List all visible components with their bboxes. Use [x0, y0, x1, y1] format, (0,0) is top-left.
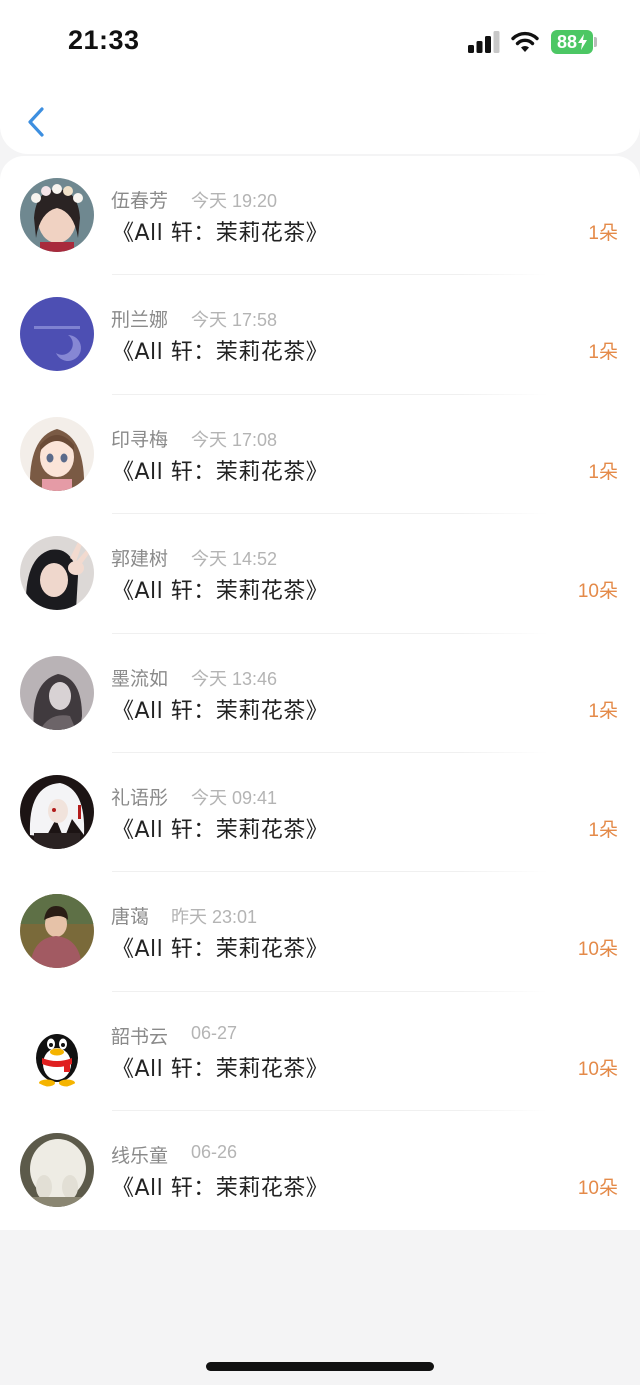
girl-peace-sign-photo-icon: [20, 536, 94, 611]
grey-portrait-photo-icon: [20, 655, 94, 730]
status-time: 21:33: [68, 25, 140, 55]
user-avatar[interactable]: [20, 1013, 94, 1088]
sender-name: 唐蔼: [111, 906, 150, 929]
list-item[interactable]: 伍春芳 今天 19:20 《All 轩：茉莉花茶》 1朵: [0, 156, 640, 276]
gift-record-list: 伍春芳 今天 19:20 《All 轩：茉莉花茶》 1朵 刑兰娜 今天 17:5…: [0, 156, 640, 1230]
man-portrait-photo-icon: [20, 894, 94, 969]
user-avatar[interactable]: [20, 1133, 94, 1208]
user-avatar[interactable]: [20, 178, 94, 252]
send-time: 今天 14:52: [191, 549, 278, 570]
list-item[interactable]: 印寻梅 今天 17:08 《All 轩：茉莉花茶》 1朵: [0, 395, 640, 515]
white-hair-anime-character-icon: [20, 775, 94, 849]
sender-name: 线乐童: [111, 1145, 169, 1168]
sender-name: 刑兰娜: [111, 309, 169, 332]
white-fluffy-animal-photo-icon: [20, 1133, 94, 1208]
list-item[interactable]: 墨流如 今天 13:46 《All 轩：茉莉花茶》 1朵: [0, 634, 640, 753]
user-avatar[interactable]: [20, 775, 94, 849]
sender-name: 印寻梅: [111, 428, 169, 451]
gift-count: 1朵: [588, 700, 618, 722]
navigation-bar: [0, 90, 640, 154]
send-time: 今天 13:46: [191, 668, 278, 689]
send-time: 今天 17:58: [191, 310, 278, 331]
send-time: 今天 09:41: [191, 788, 278, 808]
list-item[interactable]: 韶书云 06-27 《All 轩：茉莉花茶》 10朵: [0, 992, 640, 1112]
gift-count: 10朵: [577, 939, 618, 961]
user-avatar[interactable]: [20, 297, 94, 372]
battery-cap: [594, 37, 597, 47]
list-item[interactable]: 郭建树 今天 14:52 《All 轩：茉莉花茶》 10朵: [0, 514, 640, 634]
charging-bolt-icon: [578, 34, 588, 50]
gift-count: 1朵: [588, 223, 618, 244]
gift-count: 1朵: [588, 461, 618, 483]
wifi-icon: [511, 31, 539, 52]
sender-name: 礼语彤: [111, 787, 169, 809]
purple-moon-graphic-icon: [20, 297, 94, 372]
chevron-left-icon: [28, 107, 44, 137]
battery-level: 88: [556, 31, 578, 52]
gift-count: 1朵: [588, 820, 618, 841]
list-item[interactable]: 刑兰娜 今天 17:58 《All 轩：茉莉花茶》 1朵: [0, 275, 640, 395]
status-bar: 21:33 88: [0, 0, 640, 90]
send-time: 今天 19:20: [191, 191, 278, 211]
sender-name: 韶书云: [111, 1025, 169, 1048]
user-avatar[interactable]: [20, 894, 94, 969]
send-time: 06-27: [191, 1022, 238, 1043]
gift-title: 《All 轩：茉莉花茶》: [112, 1176, 329, 1202]
back-button[interactable]: [14, 100, 58, 144]
qq-penguin-icon: [20, 1013, 94, 1088]
gift-count: 10朵: [577, 1058, 618, 1080]
gift-title: 《All 轩：茉莉花茶》: [112, 937, 329, 963]
anime-girl-illustration-icon: [20, 416, 94, 491]
home-indicator[interactable]: [206, 1362, 434, 1371]
gift-title: 《All 轩：茉莉花茶》: [112, 579, 329, 605]
sender-name: 墨流如: [111, 667, 169, 690]
gift-title: 《All 轩：茉莉花茶》: [112, 221, 329, 246]
gift-title: 《All 轩：茉莉花茶》: [112, 1056, 329, 1082]
gift-count: 10朵: [577, 1178, 618, 1200]
gift-count: 1朵: [588, 342, 618, 364]
send-time: 06-26: [191, 1142, 238, 1163]
gift-title: 《All 轩：茉莉花茶》: [112, 818, 329, 843]
cellular-signal-icon: [468, 31, 500, 53]
user-avatar[interactable]: [20, 416, 94, 491]
list-item[interactable]: 礼语彤 今天 09:41 《All 轩：茉莉花茶》 1朵: [0, 753, 640, 873]
gift-title: 《All 轩：茉莉花茶》: [112, 459, 329, 485]
list-item[interactable]: 唐蔼 昨天 23:01 《All 轩：茉莉花茶》 10朵: [0, 872, 640, 992]
send-time: 昨天 23:01: [171, 907, 258, 928]
send-time: 今天 17:08: [191, 429, 278, 450]
user-avatar[interactable]: [20, 655, 94, 730]
gift-title: 《All 轩：茉莉花茶》: [112, 340, 329, 366]
user-avatar[interactable]: [20, 536, 94, 611]
gift-count: 10朵: [577, 581, 618, 603]
sender-name: 伍春芳: [111, 190, 169, 212]
list-item[interactable]: 线乐童 06-26 《All 轩：茉莉花茶》 10朵: [0, 1111, 640, 1230]
battery-indicator: 88: [551, 30, 593, 54]
girl-flower-crown-photo-icon: [20, 178, 94, 252]
gift-title: 《All 轩：茉莉花茶》: [112, 698, 329, 724]
sender-name: 郭建树: [111, 548, 169, 571]
